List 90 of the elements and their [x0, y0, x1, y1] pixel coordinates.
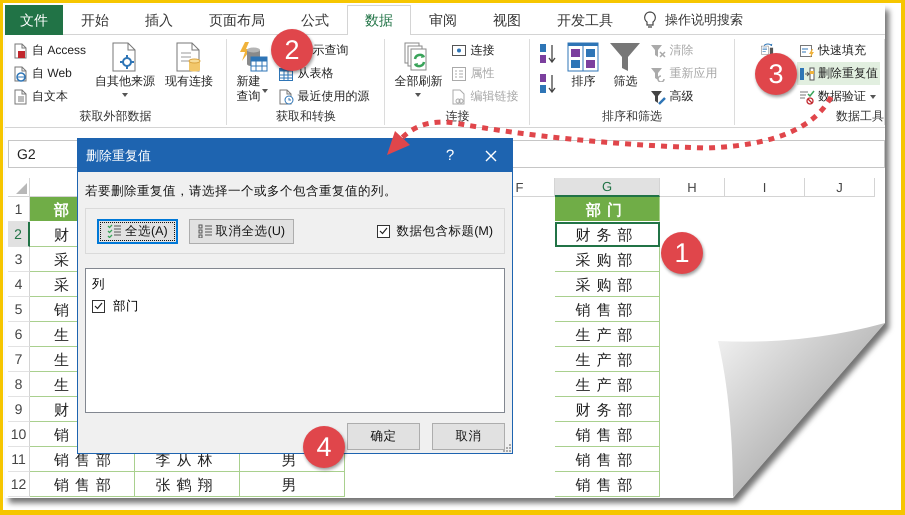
group-label: 数据工具 — [835, 108, 884, 125]
flash-fill-icon — [799, 42, 815, 58]
row-header[interactable]: 11 — [8, 447, 30, 472]
ribbon-tab[interactable]: 数据 — [347, 5, 411, 35]
group-label: 获取和转换 — [274, 108, 337, 125]
help-button[interactable]: ? — [430, 147, 470, 164]
row-header[interactable]: 3 — [8, 247, 30, 272]
select-all-button[interactable]: 全选(A) — [97, 218, 178, 244]
close-icon[interactable] — [485, 150, 497, 162]
checkbox[interactable] — [377, 224, 390, 238]
sort-grid-icon — [567, 41, 600, 73]
chain-file-icon — [451, 88, 468, 104]
column-header[interactable]: J — [805, 178, 875, 197]
caret-icon — [414, 92, 422, 98]
caret-icon — [121, 92, 130, 98]
row-header[interactable]: 2 — [8, 222, 30, 247]
instruction-text: 若要删除重复值，请选择一个或多个包含重复值的列。 — [85, 183, 398, 200]
column-header[interactable]: I — [725, 178, 805, 197]
row-header[interactable]: 8 — [8, 372, 30, 397]
checkbox[interactable] — [92, 300, 105, 312]
row-header[interactable]: 12 — [8, 472, 30, 497]
group-label: 排序和筛选 — [601, 108, 664, 125]
table-cell[interactable]: 销售部 — [555, 447, 660, 472]
row-header[interactable]: 7 — [8, 347, 30, 372]
ribbon-button[interactable]: 自文本 — [11, 85, 88, 108]
funnel-icon — [609, 41, 642, 73]
dialog-title: 删除重复值 — [86, 146, 152, 164]
file-tab[interactable]: 文件 — [5, 5, 63, 35]
ribbon-button[interactable]: 高级 — [648, 85, 720, 108]
data-validation-icon — [799, 88, 815, 104]
ribbon-button[interactable]: 全部刷新 — [391, 39, 446, 106]
table-cell[interactable]: 销售部 — [555, 297, 660, 322]
clock-file-icon — [278, 88, 294, 104]
caret-icon — [261, 88, 270, 94]
ribbon-button[interactable]: 排序 — [564, 39, 602, 91]
column-header[interactable]: G — [555, 178, 660, 197]
checkbox-label[interactable]: 数据包含标题(M) — [396, 222, 493, 240]
table-cell[interactable]: 男 — [240, 472, 345, 497]
remove-duplicates-icon — [799, 66, 815, 82]
row-header[interactable]: 6 — [8, 322, 30, 347]
row-header[interactable]: 10 — [8, 422, 30, 447]
step-marker: 1 — [661, 232, 703, 274]
table-cell[interactable]: 销售部 — [30, 472, 135, 497]
ribbon-button[interactable]: 自 Web — [11, 62, 88, 85]
column-header[interactable]: H — [660, 178, 725, 197]
resize-grip-icon[interactable] — [503, 444, 511, 452]
ribbon-button[interactable]: 删除重复值 — [797, 62, 880, 85]
row-header[interactable]: 5 — [8, 297, 30, 322]
checkbox-label[interactable]: 部门 — [113, 298, 139, 314]
table-cell[interactable]: 财务部 — [555, 222, 660, 247]
table-cell[interactable]: 采购部 — [555, 247, 660, 272]
table-cell[interactable]: 销售部 — [555, 472, 660, 497]
table-cell[interactable]: 生产部 — [555, 347, 660, 372]
unselect-all-button[interactable]: 取消全选(U) — [188, 218, 294, 244]
sort-ascending-icon — [538, 42, 558, 66]
web-file-icon — [13, 66, 29, 82]
table-cell[interactable]: 财务部 — [555, 397, 660, 422]
tell-me-search[interactable]: 操作说明搜索 — [665, 10, 743, 28]
clear-filter-icon — [650, 42, 666, 58]
reapply-filter-icon — [650, 66, 666, 82]
ribbon-button[interactable]: 新建查询 — [233, 39, 272, 106]
group-label: 获取外部数据 — [78, 108, 153, 125]
ribbon-button[interactable]: 数据验证 — [797, 85, 880, 108]
table-cell[interactable]: 销售部 — [555, 422, 660, 447]
text-file-icon — [13, 88, 29, 104]
row-header[interactable]: 9 — [8, 397, 30, 422]
ribbon-button[interactable]: 最近使用的源 — [276, 85, 372, 108]
table-cell[interactable]: 生产部 — [555, 372, 660, 397]
ribbon-button[interactable]: 现有连接 — [162, 39, 216, 91]
caret-icon — [869, 94, 877, 100]
table-cell[interactable]: 采购部 — [555, 272, 660, 297]
ribbon-button[interactable]: 快速填充 — [797, 39, 880, 62]
list-header: 列 — [92, 276, 106, 292]
ribbon-button[interactable]: 连接 — [449, 39, 520, 62]
sort-descending-icon — [538, 72, 558, 96]
ribbon-button[interactable]: 自其他来源 — [92, 39, 158, 106]
row-header[interactable]: 4 — [8, 272, 30, 297]
dialog-button[interactable]: 确定 — [347, 423, 420, 450]
lightbulb-icon — [643, 10, 657, 28]
table-cell[interactable]: 张鹤翔 — [135, 472, 240, 497]
ribbon-button[interactable]: 自 Access — [11, 39, 88, 62]
ribbon-button[interactable]: 筛选 — [606, 39, 644, 91]
filter-pencil-icon — [650, 88, 666, 104]
dialog-button[interactable]: 取消 — [432, 423, 505, 450]
checklist-icon — [107, 224, 121, 238]
access-file-icon — [13, 42, 29, 58]
properties-icon — [451, 66, 468, 82]
table-cell[interactable]: 生产部 — [555, 322, 660, 347]
connection-icon — [451, 42, 468, 58]
list-icon — [198, 224, 212, 238]
